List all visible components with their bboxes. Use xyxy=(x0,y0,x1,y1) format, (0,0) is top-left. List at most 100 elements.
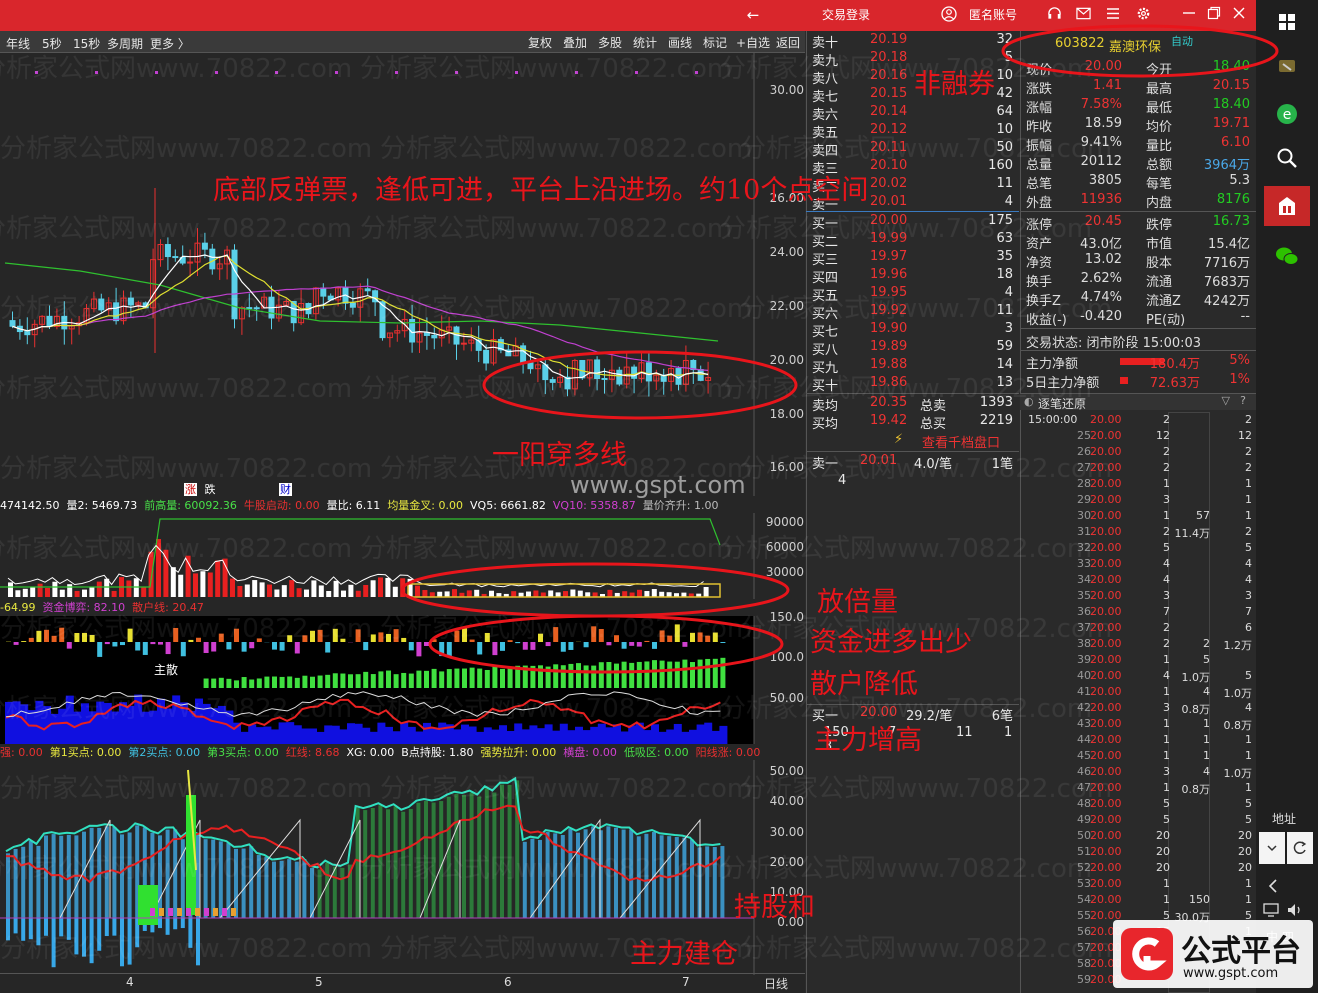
toolbar-btn-restore-rights[interactable]: 复权 xyxy=(526,34,554,51)
logo-mark-icon xyxy=(1121,928,1173,980)
tick-index: 58 xyxy=(1077,957,1091,970)
tick-price: 20.00 xyxy=(1090,685,1122,698)
auto-toggle[interactable]: 自动 xyxy=(1171,33,1193,49)
back-icon[interactable]: ← xyxy=(744,6,762,24)
account-label[interactable]: 匿名账号 xyxy=(969,6,1017,23)
thousand-level-link[interactable]: ⚡ 查看千档盘口 xyxy=(806,432,1019,451)
ask-row[interactable]: 卖四 20.11 50 xyxy=(806,140,1019,159)
bid-row[interactable]: 买五 19.95 4 xyxy=(806,285,1019,304)
chevron-left-icon[interactable] xyxy=(1264,878,1284,894)
tick-row: 52 20.00 20 20 xyxy=(1020,861,1256,877)
close-icon[interactable] xyxy=(1230,6,1248,24)
multi-period[interactable]: 多周期 xyxy=(107,35,143,52)
net5-label: 5日主力净额 xyxy=(1026,376,1100,391)
network-icon[interactable] xyxy=(1262,902,1282,918)
kline-pane[interactable]: 30.00 26.00 24.00 22.00 20.00 18.00 16.0… xyxy=(0,53,805,496)
bid-volume: 59 xyxy=(996,339,1013,354)
filter-icon[interactable]: ▽ xyxy=(1222,394,1230,407)
ask-label: 卖十 xyxy=(812,36,839,51)
bid-row[interactable]: 买六 19.92 11 xyxy=(806,303,1019,322)
badge-up[interactable]: 涨 xyxy=(184,483,197,496)
ie-browser-icon[interactable]: e xyxy=(1264,94,1310,134)
mail-icon[interactable] xyxy=(1074,6,1092,24)
toolbar-btn-stats[interactable]: 统计 xyxy=(631,34,659,51)
tick-volume: 1 xyxy=(1163,509,1170,522)
toolbar-btn-add-watchlist[interactable]: +自选 xyxy=(734,34,772,51)
sell1-detail-row[interactable]: 卖一 20.01 4.0/笔 1笔 xyxy=(806,453,1019,472)
indicator-value: VQ5: 6661.82 xyxy=(470,499,546,512)
annotation-hold: 持股和 xyxy=(734,892,815,923)
bid-row[interactable]: 买一 20.00 175 xyxy=(806,213,1019,232)
toolbar-btn-back[interactable]: 返回 xyxy=(774,34,802,51)
period-15s[interactable]: 15秒 xyxy=(73,35,100,52)
gear-icon[interactable] xyxy=(1134,6,1152,25)
net5-row: 5日主力净额 72.63万 1% xyxy=(1020,372,1256,391)
stock-name[interactable]: 嘉澳环保 xyxy=(1109,36,1161,55)
fund-pane[interactable]: 主散 150.0 100.0 50.00 xyxy=(0,610,805,744)
tick-volume: 1 xyxy=(1163,877,1170,890)
minimize-icon[interactable] xyxy=(1180,6,1198,24)
user-icon[interactable] xyxy=(940,6,958,26)
toolbar-btn-mark[interactable]: 标记 xyxy=(701,34,729,51)
quote-label: 量比 xyxy=(1146,139,1173,154)
period-year[interactable]: 年线 xyxy=(6,35,30,52)
volume-pane[interactable]: 90000 60000 30000 xyxy=(0,513,805,599)
trade-login-button[interactable]: 交易登录 xyxy=(822,6,870,23)
bid-row[interactable]: 买四 19.96 18 xyxy=(806,267,1019,286)
maximize-icon[interactable] xyxy=(1205,6,1223,24)
more-menu[interactable]: 更多 〉 xyxy=(150,35,190,52)
toolbar-btn-draw[interactable]: 画线 xyxy=(666,34,694,51)
collapse-icon[interactable]: ◐ xyxy=(1024,395,1034,408)
app-icon[interactable] xyxy=(1264,46,1310,86)
bid-row[interactable]: 买三 19.97 35 xyxy=(806,249,1019,268)
help-icon[interactable]: ? xyxy=(1240,394,1246,407)
indicator-value: 牛股启动: 0.00 xyxy=(243,499,320,512)
store-icon[interactable] xyxy=(1264,186,1310,226)
list-icon[interactable] xyxy=(1104,6,1122,24)
refresh-icon[interactable] xyxy=(1287,832,1313,864)
annotation-bottom-rebound: 底部反弹票，逢低可进，平台上沿进场。约10个点空间 xyxy=(213,175,869,206)
toolbar-btn-multi-stock[interactable]: 多股 xyxy=(596,34,624,51)
tick-row: 20.00 2 2 xyxy=(1020,413,1256,429)
ask-row[interactable]: 卖十 20.19 32 xyxy=(806,32,1019,51)
tick-row: 31 20.00 2 11.4万 2 xyxy=(1020,525,1256,541)
bid-label: 买五 xyxy=(812,289,839,304)
quote-divider xyxy=(1020,328,1256,329)
ask-row[interactable]: 卖六 20.14 64 xyxy=(806,104,1019,123)
tick-price: 20.00 xyxy=(1090,541,1122,554)
tick-right: 5 xyxy=(1245,669,1252,682)
quote-divider xyxy=(1020,350,1256,351)
quote-value: 3964万 xyxy=(1203,158,1250,173)
indicator-value: 第3买点: 0.00 xyxy=(207,746,279,759)
ask-row[interactable]: 卖五 20.12 10 xyxy=(806,122,1019,141)
period-label[interactable]: 日线 xyxy=(764,975,788,992)
quote-row: 涨幅 7.58% 最低 18.40 xyxy=(1020,97,1256,116)
wechat-icon[interactable] xyxy=(1264,236,1310,276)
bid-row[interactable]: 买八 19.89 59 xyxy=(806,339,1019,358)
thousand-level-text[interactable]: 查看千档盘口 xyxy=(922,432,1000,451)
quote-value: 20.45 xyxy=(1084,214,1122,229)
quote-label: 市值 xyxy=(1146,237,1173,252)
bid-row[interactable]: 买二 19.99 63 xyxy=(806,231,1019,250)
badge-down[interactable]: 跌 xyxy=(205,483,216,496)
badge-finance[interactable]: 财 xyxy=(279,483,292,496)
toolbar-btn-overlay[interactable]: 叠加 xyxy=(561,34,589,51)
tick-volume: 5 xyxy=(1163,797,1170,810)
period-5s[interactable]: 5秒 xyxy=(42,35,62,52)
volume-chart xyxy=(0,513,755,599)
bid-row[interactable]: 买七 19.90 3 xyxy=(806,321,1019,340)
bid-row[interactable]: 买九 19.88 14 xyxy=(806,357,1019,376)
volume-icon[interactable] xyxy=(1286,902,1306,918)
indicator-value: 量价齐升: 1.00 xyxy=(642,499,719,512)
bid-label: 买七 xyxy=(812,325,839,340)
bid-row[interactable]: 买十 19.86 13 xyxy=(806,375,1019,394)
tick-index: 57 xyxy=(1077,941,1091,954)
fund-yaxis-label: 50.00 xyxy=(769,691,804,705)
tick-right: 20 xyxy=(1238,829,1252,842)
address-dropdown[interactable] xyxy=(1259,832,1285,864)
tick-index: 52 xyxy=(1077,861,1091,874)
stock-code[interactable]: 603822 xyxy=(1055,36,1105,51)
search-icon[interactable] xyxy=(1264,138,1310,178)
headset-icon[interactable] xyxy=(1045,6,1063,25)
windows-start-icon[interactable] xyxy=(1264,2,1310,42)
